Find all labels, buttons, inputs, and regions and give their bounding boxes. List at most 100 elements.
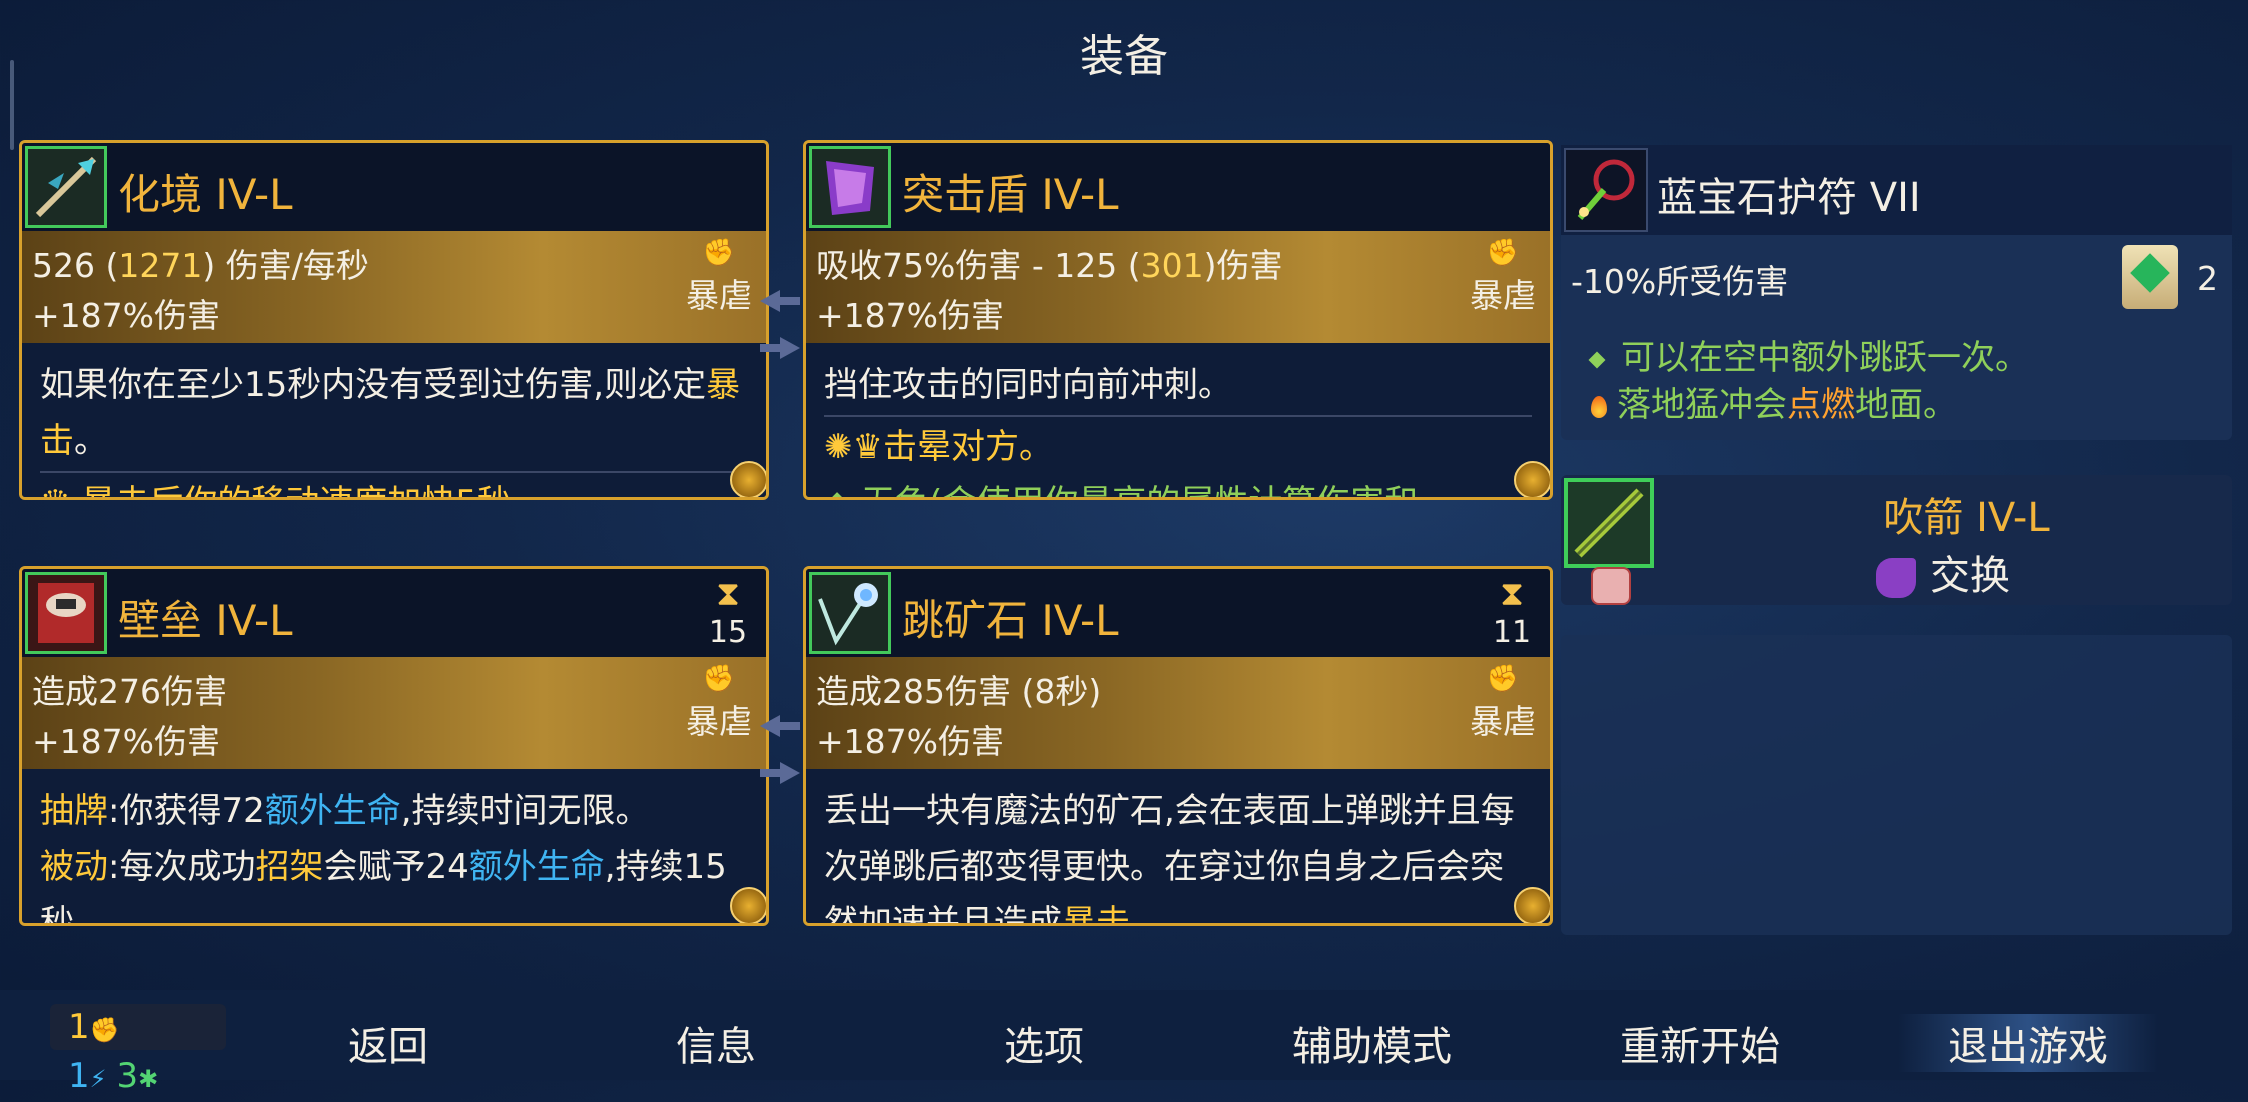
survival-count: 3 bbox=[116, 1056, 139, 1096]
grab-hand-icon bbox=[1876, 558, 1916, 598]
empty-info-panel bbox=[1561, 635, 2232, 935]
swap-right-arrow-icon[interactable] bbox=[760, 337, 800, 359]
skill-slot-badge-icon bbox=[1591, 567, 1631, 605]
cooldown-seconds: 15 bbox=[708, 615, 748, 650]
weapon-card-header: 跳矿石 IV-L ⧗ 11 bbox=[806, 569, 1550, 657]
perk-2-b: 地面。 bbox=[1855, 385, 1957, 425]
fist-icon: ✊ bbox=[702, 238, 736, 268]
weapon-card-2[interactable]: 突击盾 IV-L 吸收75%伤害 - 125 (301)伤害 +187%伤害 ✊… bbox=[803, 140, 1553, 500]
damage-stat: 造成285伤害 (8秒) bbox=[816, 672, 1102, 711]
colorless-text: 无色(会使用你最高的属性计算伤害和 bbox=[861, 483, 1418, 497]
spear-icon bbox=[25, 146, 107, 228]
weapon-stats: 526 (1271) 伤害/每秒 +187%伤害 ✊ 暴虐 bbox=[22, 231, 766, 343]
swap-label: 交换 bbox=[1930, 553, 2010, 599]
fire-icon bbox=[1591, 395, 1607, 418]
amulet-panel[interactable]: 蓝宝石护符 VII -10%所受伤害 2 可以在空中额外跳跃一次。 落地猛冲会点… bbox=[1561, 145, 2232, 440]
dps-unit: 伤害/每秒 bbox=[225, 246, 369, 285]
fist-icon: ✊ bbox=[702, 664, 736, 694]
amulet-effect: -10%所受伤害 bbox=[1571, 262, 1789, 301]
damage-bonus: +187%伤害 bbox=[816, 722, 1004, 761]
nav-info[interactable]: 信息 bbox=[676, 1014, 756, 1072]
swap-left-arrow-icon[interactable] bbox=[760, 715, 800, 737]
draw-keyword: 抽牌 bbox=[40, 791, 108, 831]
extra-health-term: 额外生命 bbox=[264, 791, 401, 831]
absorb-stat: 吸收75%伤害 - 125 (301)伤害 bbox=[816, 239, 1282, 287]
card-corner-ornament bbox=[1514, 887, 1550, 923]
weapon-card-header: 化境 IV-L bbox=[22, 143, 766, 231]
weapon-description: 如果你在至少15秒内没有受到过伤害,则必定暴击。 ♛ 暴击后你的移动速度加快5秒 bbox=[22, 343, 766, 497]
desc-text: 丢出一块有魔法的矿石,会在表面上弹跳并且每次弹跳后都变得更快。在穿过你自身之后会… bbox=[824, 791, 1515, 926]
extra-health-term-2: 额外生命 bbox=[468, 847, 605, 887]
swap-action[interactable]: 交换 bbox=[1876, 543, 2010, 601]
fist-icon: ✊ bbox=[1486, 238, 1520, 268]
diamond-icon: ◆ bbox=[824, 483, 850, 497]
dps-value: 526 bbox=[32, 246, 95, 285]
absorb-prefix: 吸收75%伤害 - 125 ( bbox=[816, 246, 1141, 285]
weapon-name: 跳矿石 IV-L bbox=[902, 596, 1119, 645]
screen-title: 装备 bbox=[1080, 31, 1168, 82]
weapon-card-4[interactable]: 跳矿石 IV-L ⧗ 11 造成285伤害 (8秒) +187%伤害 ✊ 暴虐 丢出… bbox=[803, 566, 1553, 926]
damage-stat: 造成276伤害 bbox=[32, 672, 227, 711]
skill-swap-panel[interactable]: 吹箭 IV-L 交换 bbox=[1561, 475, 2232, 605]
nav-back[interactable]: 返回 bbox=[348, 1014, 428, 1072]
hourglass-icon: ⧗ bbox=[716, 574, 740, 614]
fist-icon: ✊ bbox=[1486, 664, 1520, 694]
draw-end: ,持续时间无限。 bbox=[400, 791, 650, 831]
tactics-count: 1 bbox=[68, 1056, 90, 1096]
ignite-keyword: 点燃 bbox=[1787, 385, 1855, 425]
survival-icon: ✱ bbox=[138, 1065, 159, 1093]
nav-options[interactable]: 选项 bbox=[1004, 1014, 1084, 1072]
card-corner-ornament bbox=[1514, 461, 1550, 497]
nav-restart[interactable]: 重新开始 bbox=[1620, 1014, 1780, 1072]
amulet-perk-2: 落地猛冲会点燃地面。 bbox=[1591, 377, 1957, 426]
desc-text: 如果你在至少15秒内没有受到过伤害,则必定 bbox=[40, 365, 707, 405]
bulwark-icon bbox=[25, 572, 107, 654]
shield-icon bbox=[809, 146, 891, 228]
passive-keyword: 被动 bbox=[40, 847, 108, 887]
hourglass-icon: ⧗ bbox=[1500, 574, 1524, 614]
cooldown: ⧗ 11 bbox=[1484, 573, 1540, 650]
weapon-name: 突击盾 IV-L bbox=[902, 170, 1119, 219]
scaling-label: 暴虐 bbox=[686, 702, 752, 741]
stun-icon: ✺♛ bbox=[824, 427, 883, 467]
scaling-label: 暴虐 bbox=[1470, 276, 1536, 315]
weapon-name: 壁垒 IV-L bbox=[118, 596, 293, 645]
nav-quit-game[interactable]: 退出游戏 bbox=[1898, 1014, 2158, 1072]
card-corner-ornament bbox=[730, 887, 766, 923]
scaling-brutality: ✊ 暴虐 bbox=[686, 237, 752, 317]
divider bbox=[824, 415, 1532, 417]
scroll-indicator[interactable] bbox=[10, 60, 14, 150]
perk-2-a: 落地猛冲会 bbox=[1617, 385, 1787, 425]
skill-name: 吹箭 IV-L bbox=[1883, 495, 2050, 541]
scaling-brutality: ✊ 暴虐 bbox=[1470, 663, 1536, 743]
scroll-count: 2 bbox=[2197, 259, 2218, 298]
nav-assist-mode[interactable]: 辅助模式 bbox=[1292, 1014, 1452, 1072]
passive-mid: 会赋予24 bbox=[323, 847, 469, 887]
bottom-menu-bar: 1✊1⚡ 3✱ 返回 信息 选项 辅助模式 重新开始 退出游戏 bbox=[0, 990, 2248, 1096]
draw-text: :你获得72 bbox=[108, 791, 265, 831]
absorb-suffix: )伤害 bbox=[1203, 246, 1283, 285]
card-corner-ornament bbox=[730, 461, 766, 497]
ore-icon bbox=[809, 572, 891, 654]
amulet-header: 蓝宝石护符 VII bbox=[1561, 145, 2232, 235]
desc-end: 。 bbox=[74, 421, 108, 461]
cooldown-seconds: 11 bbox=[1492, 615, 1532, 650]
damage-bonus: +187%伤害 bbox=[816, 296, 1004, 335]
brutality-count: 1 bbox=[68, 1007, 90, 1047]
weapon-card-3[interactable]: 壁垒 IV-L ⧗ 15 造成276伤害 +187%伤害 ✊ 暴虐 抽牌:你获得72… bbox=[19, 566, 769, 926]
passive-text: :每次成功 bbox=[108, 847, 256, 887]
crit-keyword: 暴击 bbox=[1062, 903, 1130, 926]
weapon-card-1[interactable]: 化境 IV-L 526 (1271) 伤害/每秒 +187%伤害 ✊ 暴虐 如果你… bbox=[19, 140, 769, 500]
scaling-brutality: ✊ 暴虐 bbox=[686, 663, 752, 743]
stat-scrolls-summary: 1✊1⚡ 3✱ bbox=[50, 1004, 226, 1096]
scaling-brutality: ✊ 暴虐 bbox=[1470, 237, 1536, 317]
amulet-icon bbox=[1564, 148, 1648, 232]
swap-left-arrow-icon[interactable] bbox=[760, 290, 800, 312]
weapon-card-header: 突击盾 IV-L bbox=[806, 143, 1550, 231]
desc-text: 挡住攻击的同时向前冲刺。 bbox=[824, 365, 1232, 405]
amulet-name: 蓝宝石护符 VII bbox=[1657, 175, 1921, 221]
weapon-description: 抽牌:你获得72额外生命,持续时间无限。 被动:每次成功招架会赋予24额外生命,… bbox=[22, 769, 766, 923]
amulet-perk-1: 可以在空中额外跳跃一次。 bbox=[1588, 330, 2029, 379]
dps-boost: 1271 bbox=[118, 246, 203, 285]
swap-right-arrow-icon[interactable] bbox=[760, 762, 800, 784]
